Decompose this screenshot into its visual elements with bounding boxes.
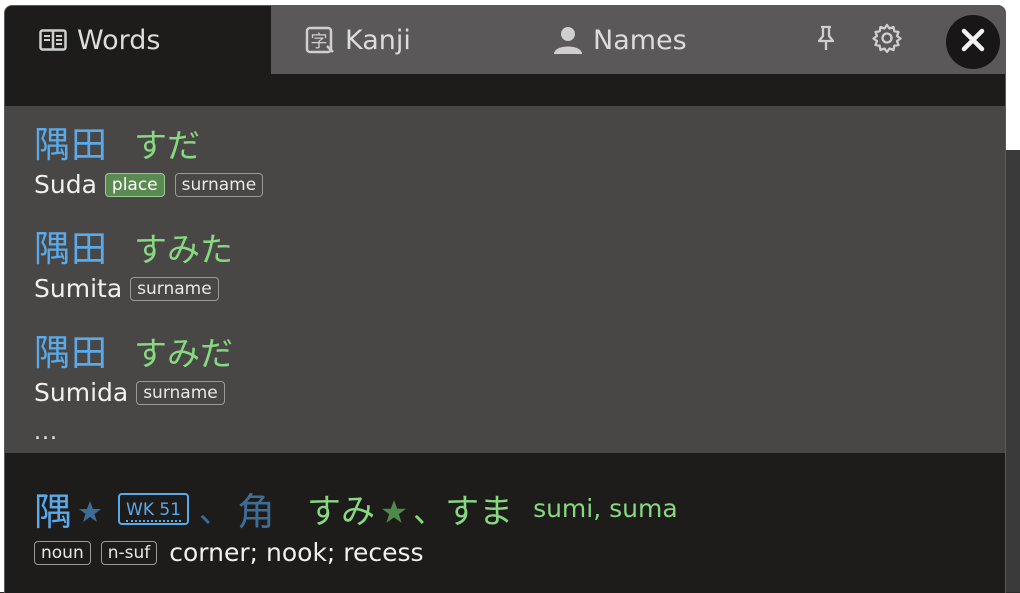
tag-badge: place	[104, 172, 165, 197]
entry-romaji: Sumida	[34, 378, 129, 407]
person-icon	[553, 26, 583, 54]
kanji-reading: すみ	[307, 492, 376, 532]
entry-kanji: 隅田	[34, 125, 109, 166]
tab-names-label: Names	[593, 24, 687, 56]
entry-kana: すみだ	[134, 334, 234, 373]
close-button[interactable]	[946, 15, 1000, 69]
tab-kanji-label: Kanji	[345, 24, 411, 56]
settings-button[interactable]	[871, 23, 903, 57]
close-icon	[961, 28, 985, 56]
tab-separator	[5, 74, 1005, 106]
pos-tag: noun	[34, 540, 91, 565]
wanikani-level-text: WK 51	[126, 499, 182, 522]
tab-words[interactable]: Words	[5, 6, 271, 74]
entry-kanji: 隅田	[34, 229, 109, 270]
gear-icon	[872, 23, 902, 57]
entry-romaji: Sumita	[34, 274, 123, 303]
pos-tag: n-suf	[100, 540, 158, 565]
word-results: 隅田 すだ Suda place surname 隅田 すみた Sumita s…	[5, 106, 1005, 453]
tab-names[interactable]: Names	[545, 6, 745, 74]
star-icon	[381, 499, 407, 525]
tab-bar: Words 字 Kanji Names	[5, 6, 1005, 74]
kanji-romaji: sumi, suma	[533, 494, 678, 523]
entry-kanji: 隅田	[34, 333, 109, 374]
reading-separator: 、	[413, 491, 446, 530]
entry-kana: すみた	[134, 230, 234, 269]
tab-kanji[interactable]: 字 Kanji	[271, 6, 471, 74]
book-icon	[39, 28, 67, 52]
word-entry[interactable]: 隅田 すみた Sumita surname	[34, 220, 233, 303]
entry-kana: すだ	[134, 126, 201, 165]
kanji-headword: 隅	[34, 490, 73, 534]
headword-separator: 、	[199, 491, 232, 530]
wanikani-level-badge[interactable]: WK 51	[118, 492, 190, 525]
kanji-gloss: corner; nook; recess	[169, 538, 424, 567]
star-icon	[78, 500, 102, 524]
entry-romaji: Suda	[34, 170, 97, 199]
kanji-card-icon: 字	[305, 26, 335, 54]
word-entry[interactable]: 隅田 すみだ Sumida surname	[34, 324, 235, 407]
tag-badge: surname	[130, 276, 219, 301]
tag-badge: surname	[136, 380, 225, 405]
kanji-entry: 隅 WK 51 、 角 すみ 、 すま sumi, suma noun n-su…	[5, 453, 1005, 593]
kanji-alt-headword: 角	[237, 490, 276, 534]
tag-badge: surname	[174, 172, 264, 197]
word-entry[interactable]: 隅田 すだ Suda place surname	[34, 116, 273, 199]
tab-words-label: Words	[77, 24, 161, 56]
pin-icon	[814, 24, 838, 56]
more-results-indicator[interactable]: ...	[34, 420, 58, 445]
kanji-reading-alt: すま	[445, 492, 514, 532]
dictionary-popup: Words 字 Kanji Names 隅田 すだ Suda place sur…	[4, 5, 1006, 593]
svg-text:字: 字	[311, 32, 328, 52]
pin-button[interactable]	[810, 24, 842, 56]
